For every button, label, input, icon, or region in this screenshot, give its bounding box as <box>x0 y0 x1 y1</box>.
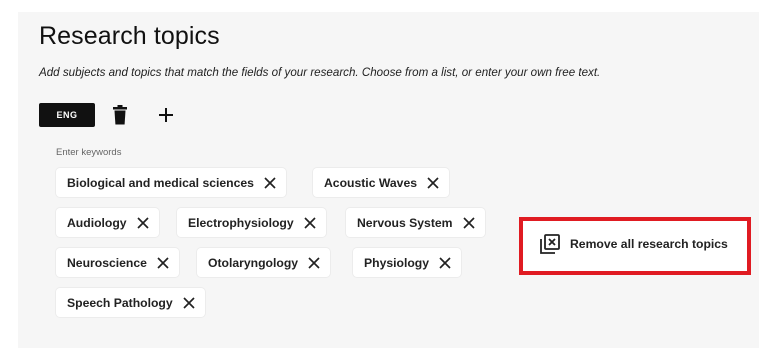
keyword-chip: Otolaryngology <box>197 248 331 277</box>
language-button[interactable]: ENG <box>39 103 95 127</box>
close-icon[interactable] <box>263 176 277 190</box>
keywords-label: Enter keywords <box>56 147 122 158</box>
keyword-chip-label: Physiology <box>364 255 430 270</box>
keyword-chip: Physiology <box>353 248 462 277</box>
keyword-chip: Electrophysiology <box>177 208 326 237</box>
keyword-chip-label: Speech Pathology <box>67 295 173 310</box>
keyword-chip-label: Otolaryngology <box>208 255 299 270</box>
keyword-chip: Nervous System <box>346 208 485 237</box>
close-icon[interactable] <box>303 216 317 230</box>
remove-all-label: Remove all research topics <box>570 237 728 251</box>
remove-all-highlight: Remove all research topics <box>519 217 751 275</box>
keyword-chip-label: Acoustic Waves <box>324 175 418 190</box>
section-subtitle: Add subjects and topics that match the f… <box>39 66 601 79</box>
keyword-chip: Neuroscience <box>56 248 179 277</box>
close-icon[interactable] <box>136 216 150 230</box>
close-icon[interactable] <box>462 216 476 230</box>
trash-icon[interactable] <box>110 101 130 129</box>
keyword-chip: Audiology <box>56 208 159 237</box>
keyword-chip-label: Neuroscience <box>67 255 147 270</box>
keyword-chip: Acoustic Waves <box>313 168 450 197</box>
keyword-chip-label: Audiology <box>67 215 127 230</box>
close-icon[interactable] <box>182 296 196 310</box>
keyword-chip-label: Electrophysiology <box>188 215 294 230</box>
remove-all-button[interactable]: Remove all research topics <box>539 233 728 255</box>
keyword-chip-label: Nervous System <box>357 215 453 230</box>
keyword-chip: Speech Pathology <box>56 288 205 317</box>
close-icon[interactable] <box>426 176 440 190</box>
plus-icon[interactable] <box>155 101 177 129</box>
remove-all-icon <box>539 233 561 255</box>
section-title: Research topics <box>39 22 220 50</box>
keyword-chip: Biological and medical sciences <box>56 168 286 197</box>
close-icon[interactable] <box>307 256 321 270</box>
keyword-chip-label: Biological and medical sciences <box>67 175 254 190</box>
close-icon[interactable] <box>156 256 170 270</box>
close-icon[interactable] <box>438 256 452 270</box>
